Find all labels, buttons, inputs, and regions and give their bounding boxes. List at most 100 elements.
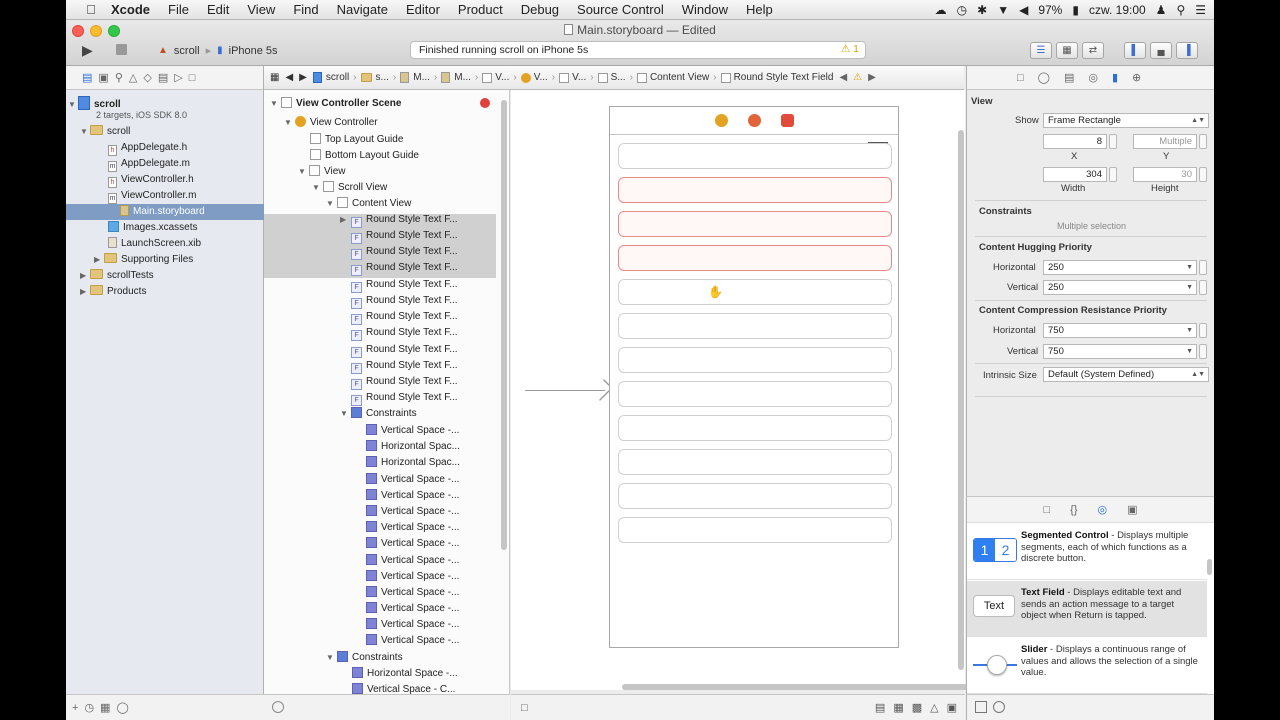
compression-horizontal-field[interactable]: 750 ▼ (1043, 323, 1197, 338)
code-snippet-icon[interactable]: {} (1070, 504, 1077, 516)
outline-scene[interactable]: ▼ View Controller Scene (270, 96, 401, 112)
outline-constraint[interactable]: Vertical Space -... (366, 520, 459, 536)
outline-constraint[interactable]: Vertical Space -... (366, 585, 459, 601)
outline-constraint[interactable]: Horizontal Spac... (366, 439, 460, 455)
breakpoint-navigator-icon[interactable]: ▷ (174, 71, 182, 84)
file-viewcontroller-m[interactable]: m ViewController.m (108, 188, 196, 204)
toggle-debug-area-button[interactable]: ▄ (1150, 42, 1172, 59)
scheme-selector[interactable]: ▲ scroll ▸ ▮ iPhone 5s (158, 44, 278, 58)
outline-text-field[interactable]: F Round Style Text F... (351, 342, 458, 358)
file-template-icon[interactable]: □ (1043, 504, 1050, 516)
compression-vertical-field[interactable]: 750 ▼ (1043, 344, 1197, 359)
outline-text-field[interactable]: F Round Style Text F... (351, 260, 458, 276)
file-appdelegate-h[interactable]: h AppDelegate.h (108, 140, 187, 156)
library-item-slider[interactable]: Slider - Displays a continuous range of … (967, 638, 1207, 694)
project-navigator-icon[interactable]: ▤ (82, 71, 92, 84)
jump-seg-group[interactable]: s... (358, 72, 392, 83)
outline-constraint[interactable]: Vertical Space -... (366, 553, 459, 569)
text-field[interactable] (618, 483, 892, 509)
apple-icon[interactable]:  (80, 2, 102, 17)
jump-seg-scrollview[interactable]: S... (595, 72, 629, 83)
menu-help[interactable]: Help (737, 2, 782, 17)
outline-view[interactable]: ▼ View (298, 164, 346, 180)
menu-app[interactable]: Xcode (102, 2, 159, 17)
first-responder-icon[interactable] (747, 114, 761, 127)
hugging-horizontal-stepper[interactable] (1199, 260, 1207, 275)
media-library-icon[interactable]: ▣ (1127, 503, 1137, 516)
issue-warning-icon[interactable]: ⚠ (850, 72, 865, 83)
outline-content-view[interactable]: ▼ Content View (326, 196, 411, 212)
exit-icon[interactable] (780, 114, 794, 127)
filter-icon[interactable] (993, 701, 1005, 713)
size-inspector-icon[interactable]: ▮ (1112, 71, 1118, 84)
outline-text-field[interactable]: F Round Style Text F... (351, 374, 458, 390)
text-field[interactable] (618, 381, 892, 407)
file-viewcontroller-h[interactable]: h ViewController.h (108, 172, 194, 188)
outline-text-field[interactable]: F Round Style Text F... (351, 325, 458, 341)
group-supporting-files[interactable]: ▶ Supporting Files (94, 252, 193, 268)
outline-view-controller[interactable]: ▼ View Controller (284, 115, 378, 131)
width-field[interactable]: 304 (1043, 167, 1107, 182)
outline-top-layout-guide[interactable]: Top Layout Guide (310, 132, 403, 148)
object-library-icon[interactable]: ◎ (1098, 503, 1108, 516)
attributes-inspector-icon[interactable]: ◎ (1088, 71, 1098, 84)
outline-scrollbar[interactable] (501, 100, 507, 550)
menu-source-control[interactable]: Source Control (568, 2, 673, 17)
notification-center-icon[interactable]: ☰ (1195, 3, 1206, 17)
menu-file[interactable]: File (159, 2, 198, 17)
test-navigator-icon[interactable]: ◇ (143, 71, 151, 84)
outline-text-field[interactable]: ▶ F Round Style Text F... (340, 212, 458, 228)
standard-editor-button[interactable]: ☰ (1030, 42, 1052, 59)
jump-seg-view[interactable]: V... (556, 72, 589, 83)
time-machine-icon[interactable]: ◷ (957, 3, 967, 17)
menu-window[interactable]: Window (673, 2, 737, 17)
outline-text-field[interactable]: F Round Style Text F... (351, 309, 458, 325)
filter-icon[interactable] (272, 701, 284, 713)
library-item-segmented-control[interactable]: 12 Segmented Control - Displays multiple… (967, 524, 1207, 580)
error-icon[interactable] (480, 98, 490, 108)
outline-text-field[interactable]: F Round Style Text F... (351, 228, 458, 244)
identity-inspector-icon[interactable]: ▤ (1064, 71, 1074, 84)
width-stepper[interactable] (1109, 167, 1117, 182)
intrinsic-size-select[interactable]: Default (System Defined) ▲▼ (1043, 367, 1209, 382)
menu-edit[interactable]: Edit (198, 2, 238, 17)
text-field[interactable] (618, 415, 892, 441)
toggle-utilities-button[interactable]: ▐ (1176, 42, 1198, 59)
cloud-icon[interactable]: ☁ (935, 3, 947, 17)
stop-button[interactable] (116, 44, 127, 55)
outline-constraint[interactable]: Vertical Space -... (366, 504, 459, 520)
log-navigator-icon[interactable]: □ (189, 72, 196, 84)
compression-vertical-stepper[interactable] (1199, 344, 1207, 359)
issue-prev-icon[interactable]: ◀ (836, 72, 850, 83)
recent-files-icon[interactable]: ◷ (84, 701, 94, 714)
outline-constraint[interactable]: Horizontal Space -... (352, 666, 458, 682)
filter-icon[interactable]: ◯ (116, 701, 128, 714)
clock[interactable]: czw. 19:00 (1089, 3, 1146, 17)
wifi-icon[interactable]: ▼ (997, 3, 1009, 17)
battery-percent[interactable]: 97% (1038, 3, 1062, 17)
outline-constraint[interactable]: Vertical Space -... (366, 601, 459, 617)
outline-text-field[interactable]: F Round Style Text F... (351, 244, 458, 260)
hugging-vertical-stepper[interactable] (1199, 280, 1207, 295)
back-button[interactable]: ◀ (282, 72, 296, 83)
issue-navigator-icon[interactable]: △ (129, 71, 137, 84)
outline-constraints-scroll[interactable]: ▼ Constraints (326, 650, 403, 666)
find-navigator-icon[interactable]: ⚲ (115, 71, 123, 84)
outline-constraint[interactable]: Vertical Space -... (366, 488, 459, 504)
outline-constraint[interactable]: Horizontal Spac... (366, 455, 460, 471)
outline-constraint[interactable]: Vertical Space -... (366, 617, 459, 633)
version-editor-button[interactable]: ⇄ (1082, 42, 1104, 59)
compression-horizontal-stepper[interactable] (1199, 323, 1207, 338)
text-field[interactable] (618, 449, 892, 475)
jump-seg-controller[interactable]: V... (518, 72, 551, 83)
stack-icon[interactable]: ▤ (875, 701, 885, 714)
jump-seg-text-field[interactable]: Round Style Text Field (718, 72, 837, 83)
related-items-icon[interactable]: ▦ (264, 72, 282, 83)
outline-constraint[interactable]: Vertical Space -... (366, 472, 459, 488)
outline-bottom-layout-guide[interactable]: Bottom Layout Guide (310, 148, 419, 164)
text-field-selected[interactable] (618, 211, 892, 237)
file-launchscreen-xib[interactable]: LaunchScreen.xib (108, 236, 201, 252)
jump-seg-project[interactable]: scroll (310, 72, 352, 83)
volume-icon[interactable]: ◀ (1019, 3, 1028, 17)
outline-text-field[interactable]: F Round Style Text F... (351, 390, 458, 406)
